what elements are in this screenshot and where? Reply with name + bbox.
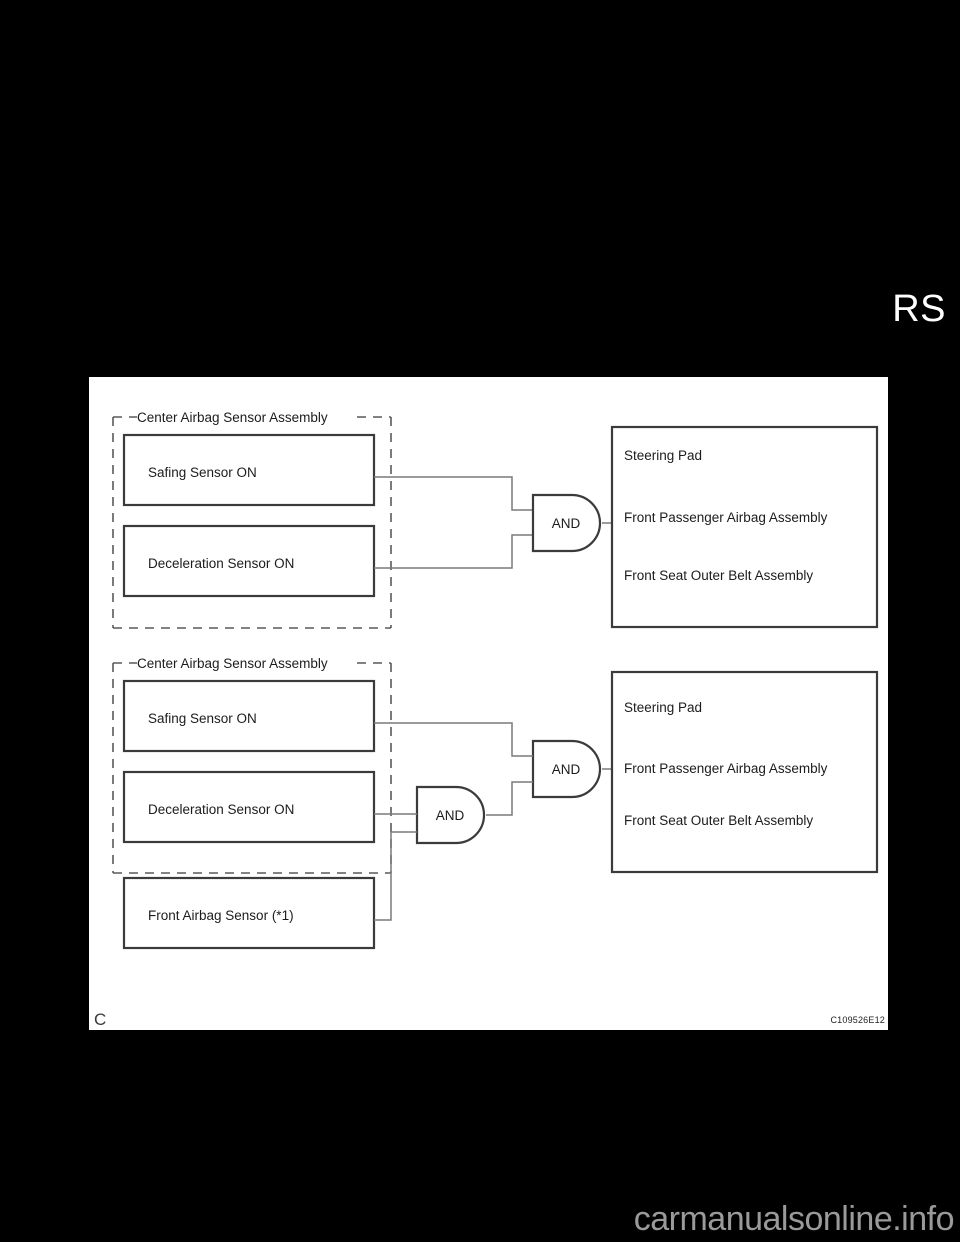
- box-bottom-output-item-3: Front Seat Outer Belt Assembly: [624, 813, 813, 828]
- gate-bottom-inner-and: AND: [415, 785, 486, 845]
- box-bottom-output-item-1: Steering Pad: [624, 700, 702, 715]
- gate-bottom-outer-and-label: AND: [552, 762, 581, 777]
- box-bottom-output-item-2: Front Passenger Airbag Assembly: [624, 761, 828, 776]
- site-watermark: carmanualsonline.info: [633, 1200, 955, 1238]
- box-front-airbag-sensor-label: Front Airbag Sensor (*1): [148, 908, 294, 923]
- box-top-safing-sensor-label: Safing Sensor ON: [148, 465, 257, 480]
- section-tab-rs: RS: [892, 288, 946, 330]
- gate-top-and: AND: [531, 493, 602, 553]
- box-bottom-safing-sensor-label: Safing Sensor ON: [148, 711, 257, 726]
- box-top-output-item-1: Steering Pad: [624, 448, 702, 463]
- figure-code: C109526E12: [830, 1015, 885, 1025]
- box-top-output-item-2: Front Passenger Airbag Assembly: [624, 510, 828, 525]
- group-top-label: Center Airbag Sensor Assembly: [137, 410, 328, 425]
- gate-bottom-outer-and: AND: [531, 739, 602, 799]
- gate-bottom-inner-and-label: AND: [436, 808, 465, 823]
- page-root: RS Center Airbag Sensor Assembly Safing …: [0, 0, 960, 1242]
- box-top-deceleration-sensor-label: Deceleration Sensor ON: [148, 556, 294, 571]
- box-top-output-item-3: Front Seat Outer Belt Assembly: [624, 568, 813, 583]
- airbag-logic-diagram: Center Airbag Sensor Assembly Safing Sen…: [112, 410, 879, 950]
- page-corner-letter: C: [94, 1010, 107, 1029]
- gate-top-and-label: AND: [552, 516, 581, 531]
- box-bottom-deceleration-sensor-label: Deceleration Sensor ON: [148, 802, 294, 817]
- figure-panel: Center Airbag Sensor Assembly Safing Sen…: [89, 377, 888, 1030]
- group-bottom-label: Center Airbag Sensor Assembly: [137, 656, 328, 671]
